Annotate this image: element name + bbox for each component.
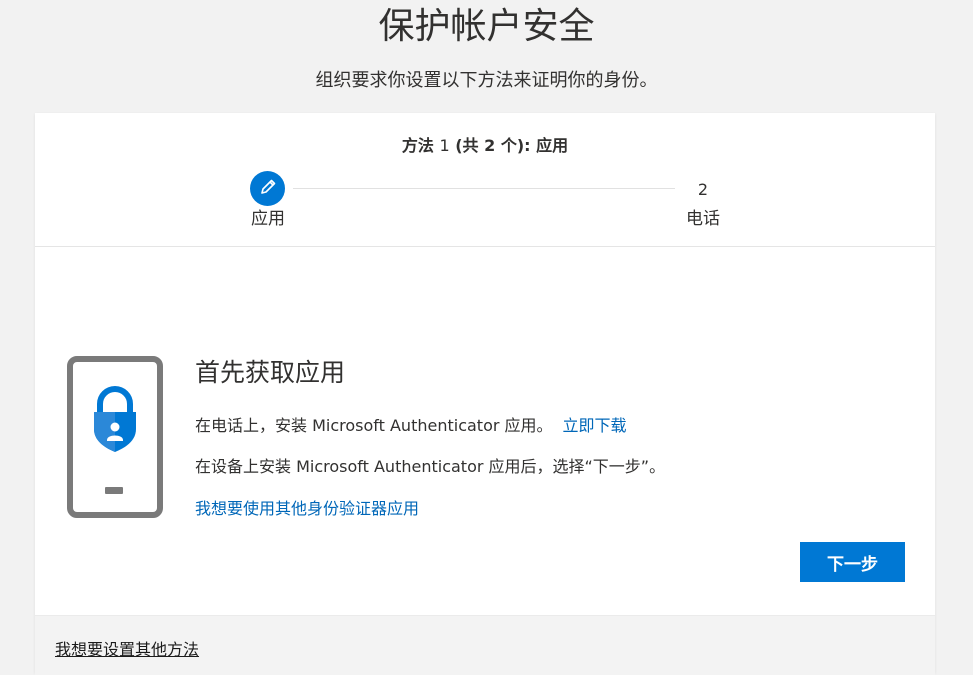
- step-2-label: 电话: [686, 209, 720, 229]
- other-authenticator-link[interactable]: 我想要使用其他身份验证器应用: [195, 496, 419, 522]
- method-total-open: (共: [449, 136, 485, 155]
- content-title: 首先获取应用: [195, 358, 346, 387]
- install-instruction: 在电话上，安装 Microsoft Authenticator 应用。 立即下载: [195, 413, 627, 439]
- step-1-indicator: [250, 171, 285, 206]
- install-text: 在电话上，安装 Microsoft Authenticator 应用。: [195, 416, 553, 435]
- method-total-close: 个):: [495, 136, 537, 155]
- method-total-number: 2: [484, 136, 496, 155]
- pencil-icon: [258, 177, 278, 201]
- download-now-link[interactable]: 立即下载: [563, 416, 627, 435]
- step-progress-line: [293, 188, 675, 189]
- page-title: 保护帐户安全: [378, 6, 595, 47]
- step-1-label: 应用: [251, 209, 285, 229]
- method-heading-prefix: 方法: [401, 136, 440, 155]
- next-step-instruction: 在设备上安装 Microsoft Authenticator 应用后，选择“下一…: [195, 457, 666, 476]
- method-heading: 方法 1 (共 2 个): 应用: [35, 133, 935, 159]
- next-button[interactable]: 下一步: [800, 542, 905, 582]
- other-method-link[interactable]: 我想要设置其他方法: [55, 637, 199, 663]
- method-current-number: 1: [439, 136, 450, 155]
- method-name: 应用: [536, 136, 569, 155]
- step-2-number: 2: [697, 180, 709, 199]
- authenticator-phone-icon: [67, 356, 163, 518]
- stepper-header: 方法 1 (共 2 个): 应用 应用 2 电话: [35, 113, 935, 247]
- card-footer: 我想要设置其他方法: [35, 615, 935, 675]
- setup-card: 方法 1 (共 2 个): 应用 应用 2 电话 首先获取应用 在电话上，安装 …: [35, 113, 935, 675]
- page-subtitle: 组织要求你设置以下方法来证明你的身份。: [315, 70, 658, 91]
